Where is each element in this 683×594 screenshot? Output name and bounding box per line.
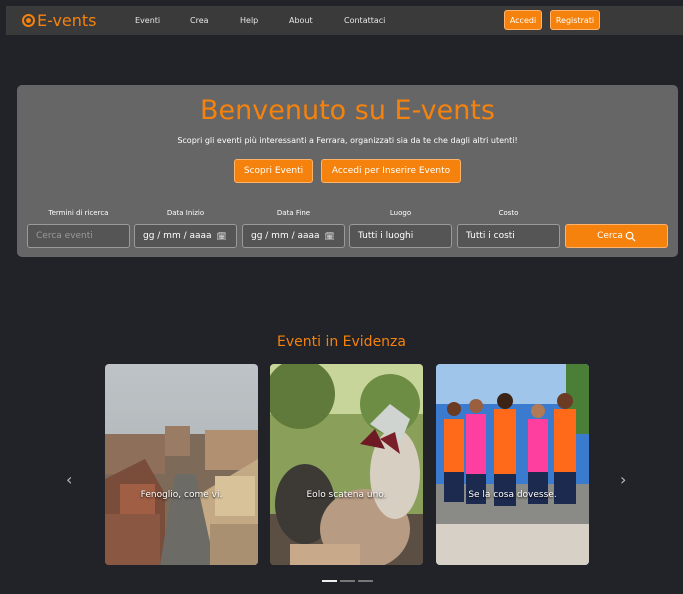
brand-name: E-vents [37,11,97,30]
event-card-caption: Se la cosa dovesse. [468,490,557,500]
chevron-left-icon[interactable]: ‹ [66,470,72,489]
carousel-indicator[interactable] [358,580,373,582]
date-end-value: gg / mm / aaaa [251,231,320,241]
date-start-label: Data Inizio [166,209,205,217]
nav-link-crea[interactable]: Crea [190,16,209,25]
date-start-input[interactable]: gg / mm / aaaa 🗓 [134,224,237,248]
place-value: Tutti i luoghi [358,231,414,241]
hero-title: Benvenuto su E-vents [200,95,495,126]
cost-label: Costo [498,209,519,217]
event-image-city [105,364,258,565]
event-image-toast [270,364,423,565]
discover-events-button[interactable]: Scopri Eventi [234,159,313,183]
logo-icon [22,14,35,27]
event-card[interactable]: Eolo scatena uno. [270,364,423,565]
featured-title: Eventi in Evidenza [277,334,406,350]
place-label: Luogo [389,209,412,217]
search-terms-placeholder: Cerca eventi [36,231,93,241]
cost-value: Tutti i costi [466,231,515,241]
date-start-value: gg / mm / aaaa [143,231,212,241]
login-button[interactable]: Accedi [504,10,542,30]
search-button[interactable]: Cerca [565,224,668,248]
date-end-label: Data Fine [276,209,311,217]
login-insert-event-button[interactable]: Accedi per Inserire Evento [321,159,461,183]
event-card-caption: Eolo scatena uno. [306,490,387,500]
navbar: E-vents Eventi Crea Help About Contattac… [6,6,683,35]
search-button-label: Cerca [597,231,623,241]
hero-panel: Benvenuto su E-vents Scopri gli eventi p… [17,85,678,257]
brand-logo[interactable]: E-vents [22,11,122,30]
hero-subtitle: Scopri gli eventi più interessanti a Fer… [177,136,518,145]
nav-link-about[interactable]: About [289,16,313,25]
calendar-icon[interactable]: 🗓 [325,232,335,241]
nav-link-eventi[interactable]: Eventi [135,16,160,25]
date-end-input[interactable]: gg / mm / aaaa 🗓 [242,224,345,248]
carousel-indicator[interactable] [340,580,355,582]
carousel-indicator[interactable] [322,580,337,582]
event-card-caption: Fenoglio, come vi. [140,490,223,500]
cost-select[interactable]: Tutti i costi [457,224,560,248]
terms-label: Termini di ricerca [48,209,109,217]
calendar-icon[interactable]: 🗓 [217,232,227,241]
search-icon [625,231,636,242]
nav-link-help[interactable]: Help [240,16,258,25]
carousel-indicators [322,580,376,582]
register-button[interactable]: Registrati [550,10,600,30]
event-card[interactable]: Se la cosa dovesse. [436,364,589,565]
place-select[interactable]: Tutti i luoghi [349,224,452,248]
event-card[interactable]: Fenoglio, come vi. [105,364,258,565]
search-terms-input[interactable]: Cerca eventi [27,224,130,248]
chevron-right-icon[interactable]: › [620,470,626,489]
event-image-team [436,364,589,565]
nav-link-contattaci[interactable]: Contattaci [344,16,385,25]
